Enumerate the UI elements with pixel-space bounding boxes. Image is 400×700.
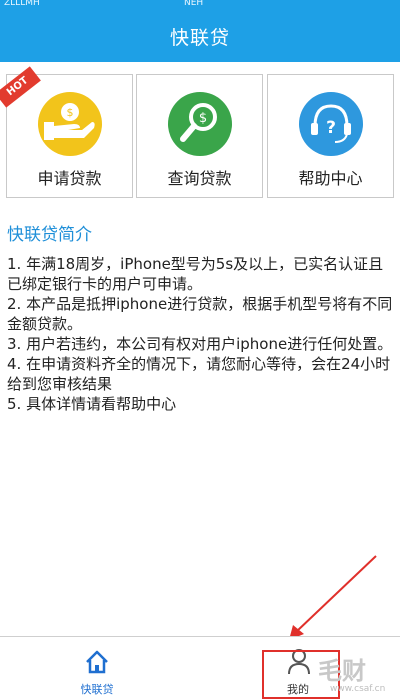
watermark-url: www.csaf.cn — [330, 684, 386, 694]
watermark-logo: 毛财 — [318, 658, 366, 685]
tab-home[interactable]: 快联贷 — [52, 637, 142, 700]
tab-home-label: 快联贷 — [80, 683, 114, 696]
annotation-arrow — [289, 555, 377, 640]
home-icon — [86, 650, 108, 674]
